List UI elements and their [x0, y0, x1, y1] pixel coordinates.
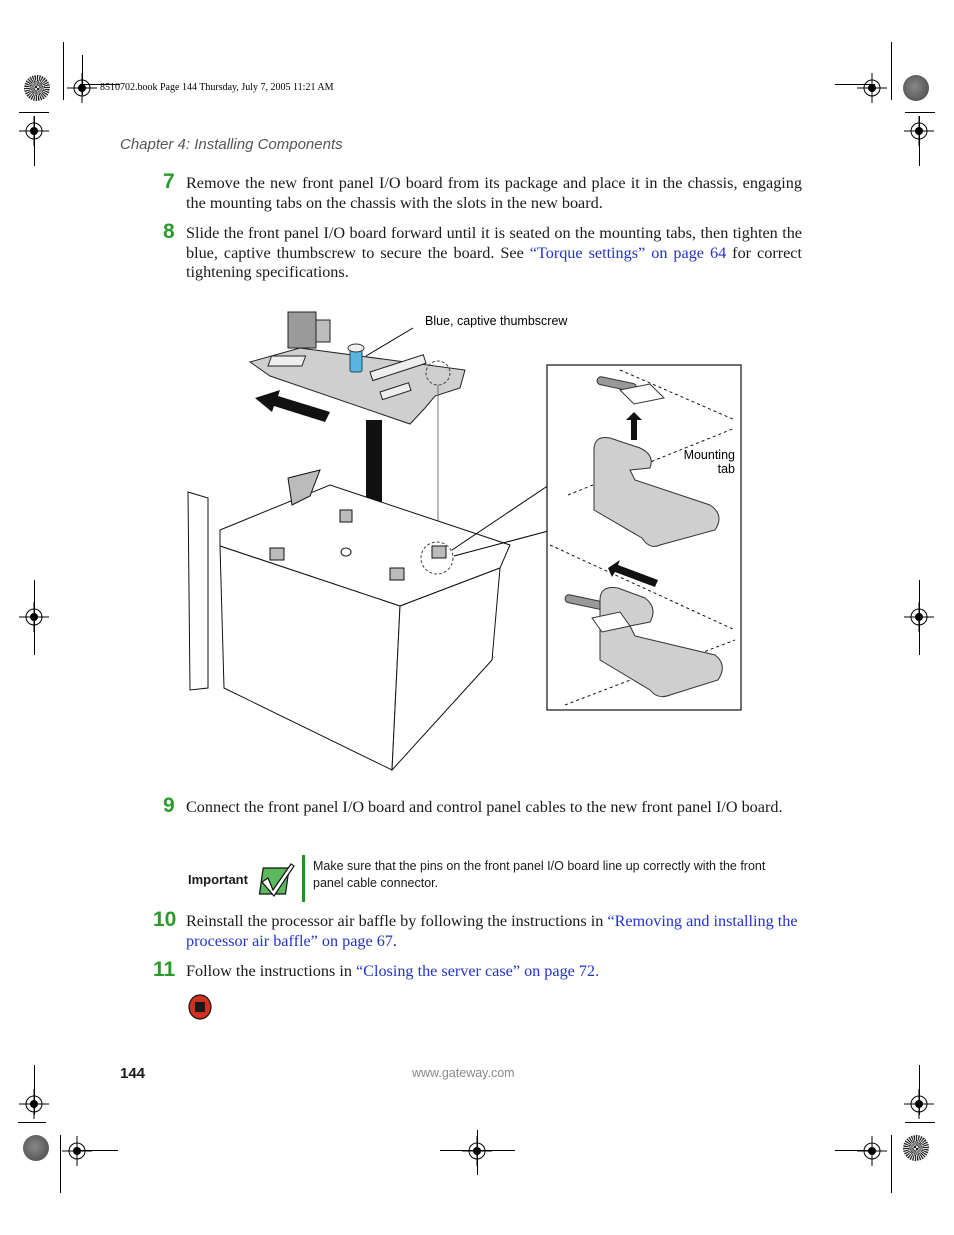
page-number: 144 — [120, 1065, 146, 1082]
print-header: 8510702.book Page 144 Thursday, July 7, … — [100, 82, 334, 93]
step-text: Remove the new front panel I/O board fro… — [186, 174, 802, 213]
crop-mark — [19, 112, 49, 113]
important-label: Important — [188, 872, 248, 887]
step-text-body: Connect the front panel I/O board and co… — [186, 798, 783, 816]
registration-disc-icon — [23, 1135, 49, 1161]
server-chassis — [187, 469, 511, 772]
crop-mark — [63, 42, 64, 100]
thumbscrew-icon — [347, 343, 365, 373]
important-text: Make sure that the pins on the front pan… — [313, 859, 766, 890]
torque-settings-link[interactable]: “Torque settings” on page 64 — [530, 244, 726, 262]
step-text: Follow the instructions in “Closing the … — [186, 962, 802, 982]
registration-target-icon — [62, 1136, 92, 1166]
closing-case-link[interactable]: “Closing the server case” on page 72. — [356, 962, 599, 980]
crop-mark — [82, 55, 83, 95]
step-number: 11 — [153, 958, 176, 981]
registration-disc-icon — [903, 75, 929, 101]
step-text: Reinstall the processor air baffle by fo… — [186, 912, 802, 951]
callout-mounting-tab-line2: tab — [717, 462, 735, 476]
step-text-body: Reinstall the processor air baffle by fo… — [186, 912, 608, 930]
slide-arrow-icon — [255, 390, 330, 422]
step-text: Connect the front panel I/O board and co… — [186, 798, 802, 818]
step-number: 7 — [163, 170, 175, 193]
crop-mark — [835, 1150, 875, 1151]
registration-disc-icon — [903, 1135, 929, 1161]
crop-mark — [34, 580, 35, 655]
callout-mounting-tab: Mounting tab — [672, 448, 735, 476]
crop-mark — [919, 580, 920, 655]
checkmark-icon — [258, 863, 295, 897]
registration-target-icon — [19, 1089, 49, 1119]
crop-mark — [919, 116, 920, 166]
zoom-leader-line — [451, 482, 553, 551]
registration-target-icon — [904, 1089, 934, 1119]
installation-illustration — [187, 311, 742, 772]
crop-mark — [477, 1130, 478, 1175]
stop-icon — [188, 994, 212, 1020]
step-text: Slide the front panel I/O board forward … — [186, 224, 802, 283]
step-text-body: Remove the new front panel I/O board fro… — [186, 174, 802, 212]
crop-mark — [34, 116, 35, 166]
important-divider — [302, 855, 305, 902]
website-url: www.gateway.com — [412, 1066, 515, 1080]
step-text-body: . — [392, 931, 397, 950]
crop-mark — [891, 1135, 892, 1193]
callout-mounting-tab-line1: Mounting — [683, 448, 735, 462]
callout-thumbscrew: Blue, captive thumbscrew — [425, 314, 568, 328]
crop-mark — [905, 112, 935, 113]
registration-target-icon — [857, 73, 887, 103]
step-number: 8 — [163, 220, 175, 243]
registration-target-icon — [857, 1136, 887, 1166]
step-number: 10 — [153, 908, 177, 931]
crop-mark — [60, 1135, 61, 1193]
crop-mark — [905, 1122, 935, 1123]
crop-mark — [18, 1122, 46, 1123]
running-head: Chapter 4: Installing Components — [120, 136, 343, 153]
crop-mark — [78, 1150, 118, 1151]
registration-disc-icon — [24, 75, 50, 101]
step-text-body: Follow the instructions in — [186, 962, 356, 980]
step-number: 9 — [163, 794, 175, 817]
thumbscrew-leader-line — [365, 327, 414, 357]
crop-mark — [891, 42, 892, 100]
